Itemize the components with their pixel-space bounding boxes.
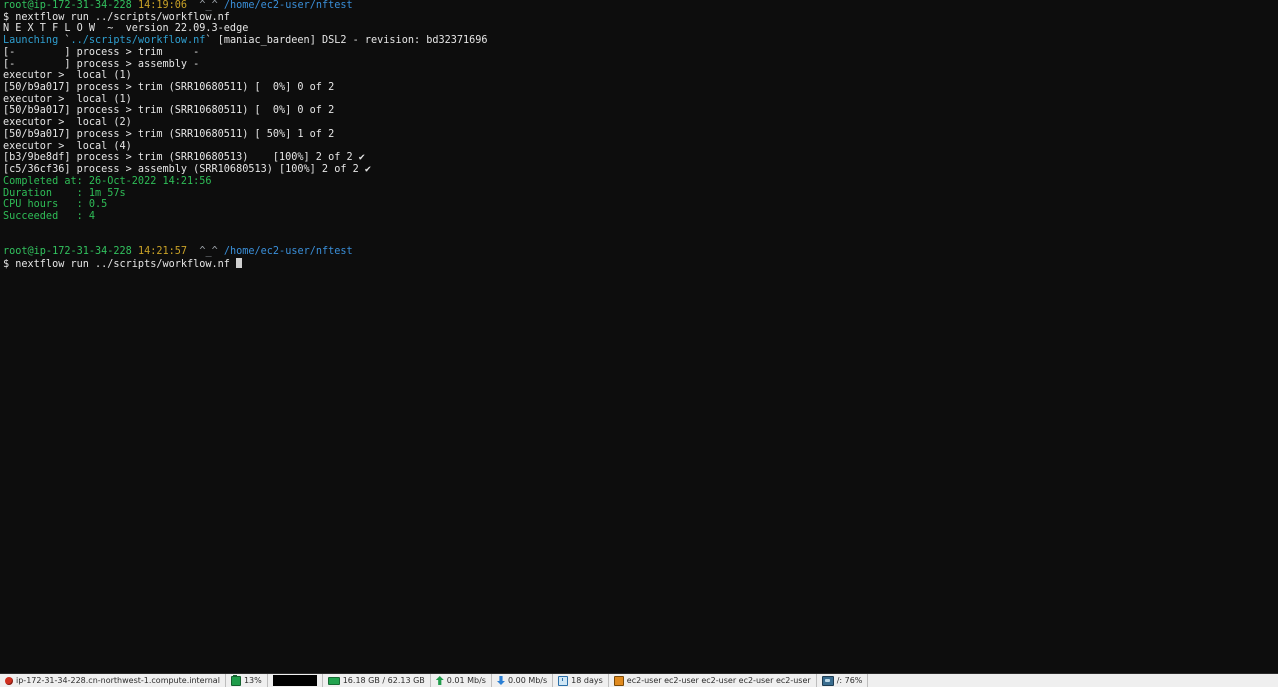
terminal-line-trim-progress-0b: [50/b9a017] process > trim (SRR10680511)… bbox=[0, 105, 1278, 117]
terminal-line-nextflow-version: N E X T F L O W ~ version 22.09.3-edge bbox=[0, 23, 1278, 35]
host-indicator-icon bbox=[5, 676, 13, 685]
terminal-line-executor-local-1a: executor > local (1) bbox=[0, 70, 1278, 82]
terminal-text: executor > local (1) bbox=[3, 93, 132, 105]
terminal-text: ../scripts/workflow.nf bbox=[70, 35, 206, 47]
status-cpu-graph-cell bbox=[268, 674, 323, 687]
upload-arrow-icon bbox=[435, 676, 444, 685]
terminal-line-process-assembly-pending: [- ] process > assembly - bbox=[0, 59, 1278, 71]
terminal-text: ` [maniac_bardeen] DSL2 - revision: bd32… bbox=[205, 35, 488, 47]
terminal-line-launching-line: Launching `../scripts/workflow.nf` [mani… bbox=[0, 35, 1278, 47]
terminal-text: executor > local (2) bbox=[3, 117, 132, 129]
terminal-text: Succeeded : 4 bbox=[3, 210, 96, 222]
terminal-text: [c5/36cf36] process > assembly (SRR10680… bbox=[3, 164, 365, 176]
terminal-text: /home/ec2-user/nftest bbox=[223, 0, 353, 11]
terminal-line-prompt-line-top: root@ip-172-31-34-228 14:19:06 ^_^ /home… bbox=[0, 0, 1278, 12]
download-arrow-icon bbox=[496, 676, 505, 685]
terminal-text: ^_^ bbox=[199, 0, 218, 11]
terminal-line-command-line-top: $ nextflow run ../scripts/workflow.nf bbox=[0, 12, 1278, 24]
upload-speed-label: 0.01 Mb/s bbox=[446, 676, 486, 685]
terminal-text: [50/b9a017] process > trim (SRR10680511)… bbox=[3, 105, 335, 117]
terminal-line-duration: Duration : 1m 57s bbox=[0, 188, 1278, 200]
terminal-text: ✔ bbox=[364, 164, 372, 176]
status-cpu-cell: 13% bbox=[226, 674, 268, 687]
terminal-line-prompt-line-bottom: root@ip-172-31-34-228 14:21:57 ^_^ /home… bbox=[0, 246, 1278, 258]
terminal-text: 14:19:06 bbox=[137, 0, 188, 11]
memory-icon bbox=[327, 676, 340, 685]
terminal-line-cpu-hours: CPU hours : 0.5 bbox=[0, 199, 1278, 211]
uptime-label: 18 days bbox=[571, 676, 603, 685]
terminal-text: [- ] process > assembly - bbox=[3, 58, 200, 70]
cpu-icon bbox=[230, 674, 241, 686]
terminal-line-executor-local-4: executor > local (4) bbox=[0, 141, 1278, 153]
terminal-text: Completed at: 26-Oct-2022 14:21:56 bbox=[3, 175, 212, 187]
terminal-text: ` bbox=[58, 35, 71, 47]
terminal-text: [50/b9a017] process > trim (SRR10680511)… bbox=[3, 128, 335, 140]
terminal-text: root@ip-172-31-34-228 bbox=[3, 246, 132, 258]
terminal-text: Duration : 1m 57s bbox=[3, 187, 126, 199]
system-status-bar: ip-172-31-34-228.cn-northwest-1.compute.… bbox=[0, 673, 1278, 687]
terminal-text: Launching bbox=[3, 35, 59, 47]
status-download-cell: 0.00 Mb/s bbox=[492, 674, 554, 687]
status-users-cell: ec2-user ec2-user ec2-user ec2-user ec2-… bbox=[609, 674, 817, 687]
terminal-text: $ nextflow run ../scripts/workflow.nf bbox=[3, 11, 230, 23]
clock-icon bbox=[558, 675, 569, 686]
terminal-line-process-trim-pending: [- ] process > trim - bbox=[0, 47, 1278, 59]
status-upload-cell: 0.01 Mb/s bbox=[431, 674, 492, 687]
terminal-text: 14:21:57 bbox=[137, 246, 188, 258]
terminal-line-completed-at: Completed at: 26-Oct-2022 14:21:56 bbox=[0, 176, 1278, 188]
terminal-line-trim-progress-0a: [50/b9a017] process > trim (SRR10680511)… bbox=[0, 82, 1278, 94]
terminal-text: CPU hours : 0.5 bbox=[3, 199, 108, 211]
download-speed-label: 0.00 Mb/s bbox=[507, 676, 548, 685]
terminal-line-trim-progress-50: [50/b9a017] process > trim (SRR10680511)… bbox=[0, 129, 1278, 141]
terminal-text: root@ip-172-31-34-228 bbox=[3, 0, 132, 11]
terminal-line-executor-local-1b: executor > local (1) bbox=[0, 94, 1278, 106]
status-memory-cell: 16.18 GB / 62.13 GB bbox=[323, 674, 431, 687]
terminal-text: [50/b9a017] process > trim (SRR10680511)… bbox=[3, 82, 335, 94]
terminal-text: $ nextflow run ../scripts/workflow.nf bbox=[3, 258, 237, 270]
terminal-text: executor > local (1) bbox=[3, 70, 132, 82]
terminal-text: ✔ bbox=[358, 152, 365, 164]
status-disk-cell: /: 76% bbox=[817, 674, 869, 687]
terminal-line-executor-local-2: executor > local (2) bbox=[0, 117, 1278, 129]
terminal-line-trim-progress-100: [b3/9be8df] process > trim (SRR10680513)… bbox=[0, 152, 1278, 164]
terminal-line-spacer-2 bbox=[0, 234, 1278, 246]
cpu-graph-widget bbox=[272, 675, 317, 686]
users-icon bbox=[613, 675, 624, 686]
terminal-text: N E X T F L O W ~ version 22.09.3-edge bbox=[3, 23, 249, 35]
terminal-text: [- ] process > trim - bbox=[3, 46, 200, 58]
terminal-text: ^_^ bbox=[199, 246, 218, 258]
status-uptime-cell: 18 days bbox=[553, 674, 609, 687]
terminal-text: executor > local (4) bbox=[3, 140, 132, 152]
terminal-line-assembly-progress-100: [c5/36cf36] process > assembly (SRR10680… bbox=[0, 164, 1278, 176]
users-label: ec2-user ec2-user ec2-user ec2-user ec2-… bbox=[626, 676, 811, 685]
terminal-output[interactable]: root@ip-172-31-34-228 14:19:06 ^_^ /home… bbox=[0, 0, 1278, 673]
status-filler bbox=[868, 674, 1278, 687]
terminal-cursor bbox=[236, 257, 243, 268]
terminal-line-succeeded: Succeeded : 4 bbox=[0, 211, 1278, 223]
terminal-text: /home/ec2-user/nftest bbox=[223, 246, 353, 258]
disk-icon bbox=[821, 675, 834, 686]
terminal-line-command-line-bottom: $ nextflow run ../scripts/workflow.nf bbox=[0, 257, 1278, 270]
cpu-percent-label: 13% bbox=[243, 676, 262, 685]
hostname-label: ip-172-31-34-228.cn-northwest-1.compute.… bbox=[16, 676, 220, 685]
disk-label: /: 76% bbox=[836, 676, 863, 685]
memory-label: 16.18 GB / 62.13 GB bbox=[342, 676, 425, 685]
terminal-line-spacer-1 bbox=[0, 223, 1278, 235]
terminal-text: [b3/9be8df] process > trim (SRR10680513)… bbox=[3, 152, 359, 164]
status-hostname-cell: ip-172-31-34-228.cn-northwest-1.compute.… bbox=[0, 674, 226, 687]
